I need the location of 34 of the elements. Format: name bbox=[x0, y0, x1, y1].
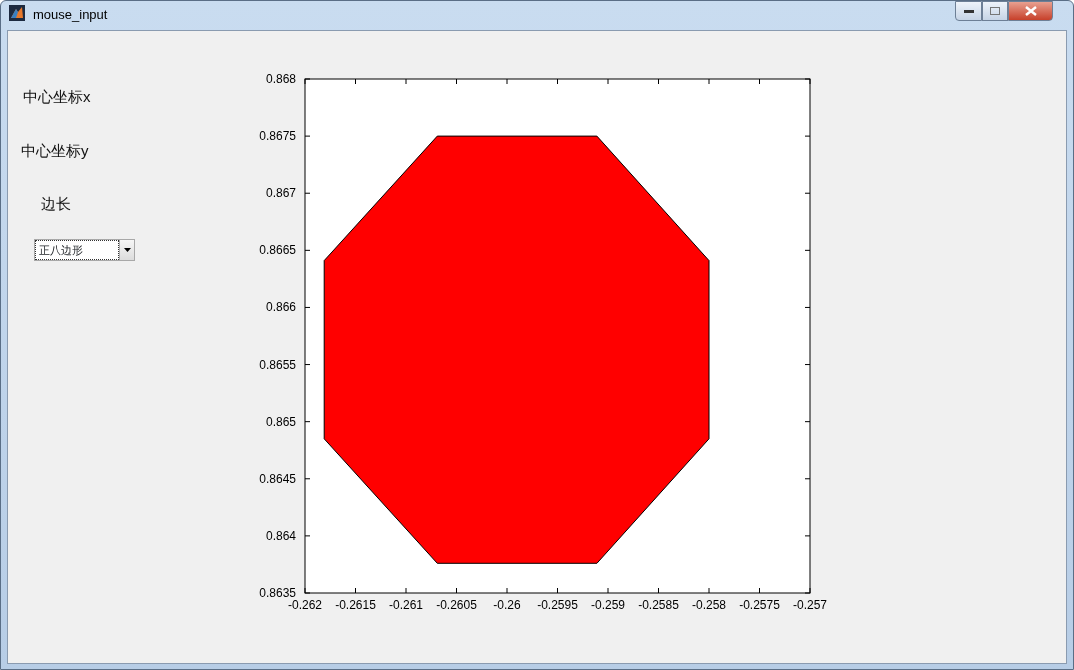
x-tick-label: -0.26 bbox=[493, 598, 521, 611]
window-title: mouse_input bbox=[33, 6, 108, 24]
x-tick-label: -0.2595 bbox=[537, 598, 578, 611]
x-tick-label: -0.2585 bbox=[638, 598, 679, 611]
y-tick-label: 0.867 bbox=[265, 186, 296, 201]
y-tick-label: 0.8645 bbox=[259, 471, 296, 486]
x-tick-label: -0.257 bbox=[793, 598, 827, 611]
x-tick-label: -0.2575 bbox=[739, 598, 780, 611]
peak-icon bbox=[9, 5, 25, 21]
close-icon bbox=[1024, 6, 1037, 16]
center-x-label: 中心坐标x bbox=[23, 87, 92, 107]
x-tick-label: -0.258 bbox=[692, 598, 726, 611]
y-tick-label: 0.864 bbox=[265, 528, 296, 543]
y-tick-label: 0.865 bbox=[265, 414, 296, 429]
y-tick-label: 0.8635 bbox=[259, 586, 296, 600]
maximize-button[interactable] bbox=[982, 1, 1008, 21]
minimize-icon bbox=[963, 9, 974, 13]
x-tick-label: -0.2605 bbox=[436, 598, 477, 611]
side-length-label: 边长 bbox=[41, 194, 72, 214]
minimize-button[interactable] bbox=[955, 1, 982, 21]
y-tick-label: 0.8665 bbox=[259, 243, 296, 258]
caret-icon bbox=[123, 247, 131, 252]
x-tick-label: -0.261 bbox=[389, 598, 423, 611]
close-button[interactable] bbox=[1008, 1, 1053, 21]
x-tick-label: -0.259 bbox=[591, 598, 625, 611]
center-y-label: 中心坐标y bbox=[21, 140, 90, 161]
maximize-icon bbox=[990, 7, 1000, 15]
x-tick-label: -0.262 bbox=[288, 598, 322, 611]
y-tick-label: 0.866 bbox=[265, 300, 296, 315]
shape-dropdown[interactable]: 正八边形 bbox=[34, 238, 135, 261]
x-tick-label: -0.2615 bbox=[335, 598, 376, 611]
y-tick-label: 0.8655 bbox=[259, 357, 296, 372]
y-tick-label: 0.8675 bbox=[259, 129, 296, 144]
y-tick-label: 0.868 bbox=[265, 72, 296, 86]
